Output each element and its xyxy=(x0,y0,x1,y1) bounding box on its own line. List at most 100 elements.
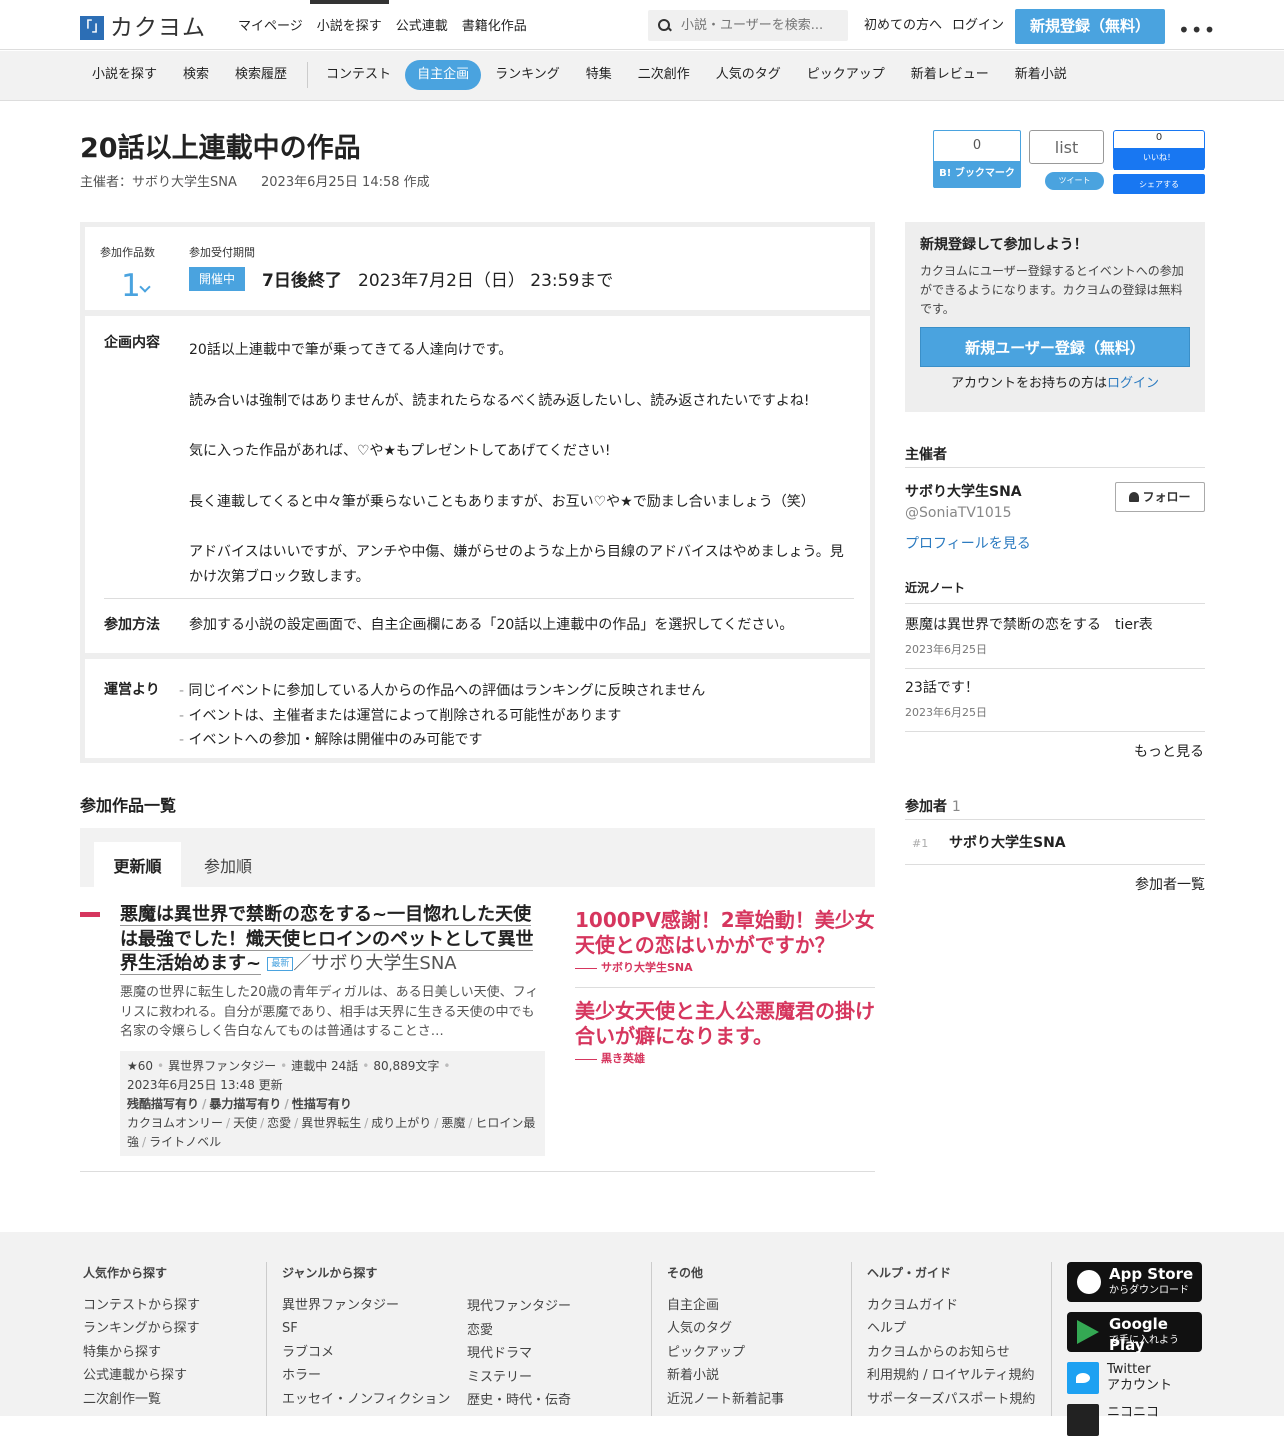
footer-link[interactable]: 二次創作一覧 xyxy=(83,1388,200,1412)
profile-link[interactable]: プロフィールを見る xyxy=(905,535,1031,555)
tweet-button[interactable]: ツイート xyxy=(1045,172,1104,190)
subnav-history[interactable]: 検索履歴 xyxy=(223,60,299,90)
footer-link[interactable]: 恋愛 xyxy=(467,1319,571,1343)
more-notes-link[interactable]: もっと見る xyxy=(1134,743,1204,763)
nav-find-novels[interactable]: 小説を探す xyxy=(309,0,389,50)
subnav-reviews[interactable]: 新着レビュー xyxy=(899,60,1001,90)
work-stars: ★60 xyxy=(127,1059,154,1073)
footer-link[interactable]: ランキングから探す xyxy=(83,1317,200,1341)
tab-joined[interactable]: 参加順 xyxy=(188,842,268,887)
subnav-contest[interactable]: コンテスト xyxy=(314,60,403,90)
subnav-new-novels[interactable]: 新着小説 xyxy=(1003,60,1079,90)
login-link[interactable]: ログイン xyxy=(952,17,1004,35)
footer-link[interactable]: 利用規約 / ロイヤルティ規約 xyxy=(867,1364,1035,1388)
nav-mypage[interactable]: マイページ xyxy=(231,0,310,50)
subnav-pickup[interactable]: ピックアップ xyxy=(795,60,897,90)
note-date: 2023年6月25日 xyxy=(905,643,987,656)
works-tabs: 更新順 参加順 xyxy=(80,828,875,887)
tag[interactable]: ライトノベル xyxy=(149,1135,221,1149)
more-menu-icon[interactable]: ••• xyxy=(1178,16,1216,44)
subnav-user-events[interactable]: 自主企画 xyxy=(405,60,482,91)
google-play-badge[interactable]: Google Play で手に入れよう xyxy=(1067,1312,1202,1354)
app-store-badge[interactable]: App Store からダウンロード xyxy=(1067,1262,1202,1302)
footer-link[interactable]: コンテストから探す xyxy=(83,1294,200,1318)
tag[interactable]: 成り上がり xyxy=(371,1116,431,1130)
footer-link[interactable]: カクヨムガイド xyxy=(867,1294,1035,1318)
footer-link[interactable]: 近況ノート新着記事 xyxy=(667,1388,784,1412)
footer-link[interactable]: 公式連載から探す xyxy=(83,1364,200,1388)
note-link[interactable]: 悪魔は異世界で禁断の恋をする tier表 xyxy=(905,616,1153,636)
footer-link[interactable]: 現代ファンタジー xyxy=(467,1295,571,1319)
facebook-like-button[interactable]: 0 いいね！ xyxy=(1113,130,1205,170)
footer-link[interactable]: SF xyxy=(282,1317,450,1341)
subnav-tags[interactable]: 人気のタグ xyxy=(704,60,793,90)
note-item: イベントは、主催者または運営によって削除される可能性があります xyxy=(179,704,705,729)
nav-books[interactable]: 書籍化作品 xyxy=(455,0,534,50)
catchphrase-1[interactable]: 1000PV感謝！2章始動！美少女天使との恋はいかがですか？ サボり大学生SNA xyxy=(575,908,875,975)
host-name[interactable]: サボり大学生SNA xyxy=(905,483,1022,503)
footer-link[interactable]: 歴史・時代・伝奇 xyxy=(467,1389,571,1413)
tab-updated[interactable]: 更新順 xyxy=(94,842,181,887)
signup-panel-text: カクヨムにユーザー登録するとイベントへの参加ができるようになります。カクヨムの登… xyxy=(920,263,1184,316)
global-header: 「」 カクヨム マイページ 小説を探す 公式連載 書籍化作品 初めての方へ ログ… xyxy=(0,0,1284,50)
member-name[interactable]: サボり大学生SNA xyxy=(949,834,1066,854)
footer-link[interactable]: ラブコメ xyxy=(282,1341,450,1365)
niconico-icon[interactable] xyxy=(1067,1404,1099,1436)
subnav-search[interactable]: 検索 xyxy=(171,60,221,90)
organizer-text[interactable]: 主催者：サボり大学生SNA xyxy=(80,175,237,190)
footer-link[interactable]: エッセイ・ノンフィクション xyxy=(282,1388,450,1412)
search-icon[interactable] xyxy=(658,19,671,32)
sidebar-login-link[interactable]: ログイン xyxy=(1107,376,1159,391)
search-input[interactable] xyxy=(681,18,841,33)
tag[interactable]: 恋愛 xyxy=(267,1116,291,1130)
footer-link[interactable]: ホラー xyxy=(282,1364,450,1388)
work-genre[interactable]: 異世界ファンタジー xyxy=(168,1059,276,1073)
facebook-share-button[interactable]: シェアする xyxy=(1113,174,1205,194)
subnav-find[interactable]: 小説を探す xyxy=(80,60,169,90)
hatena-bookmark-button[interactable]: 0 B! ブックマーク xyxy=(933,130,1021,188)
footer-link[interactable]: 自主企画 xyxy=(667,1294,784,1318)
work-title[interactable]: 悪魔は異世界で禁断の恋をする~一目惚れした天使は最強でした！熾天使ヒロインのペッ… xyxy=(120,903,545,977)
tag[interactable]: 悪魔 xyxy=(441,1116,465,1130)
twitter-icon xyxy=(1067,1362,1099,1394)
footer-link[interactable]: 新着小説 xyxy=(667,1364,784,1388)
footer-heading: ヘルプ・ガイド xyxy=(867,1266,952,1280)
footer-link[interactable]: 人気のタグ xyxy=(667,1317,784,1341)
nav-official[interactable]: 公式連載 xyxy=(389,0,455,50)
content-paragraph: 気に入った作品があれば、♡や★もプレゼントしてあげてください! xyxy=(189,443,611,459)
list-button[interactable]: list xyxy=(1029,130,1104,164)
work-author[interactable]: ／サボり大学生SNA xyxy=(293,953,456,974)
footer-link[interactable]: 異世界ファンタジー xyxy=(282,1294,450,1318)
tag[interactable]: 異世界転生 xyxy=(301,1116,361,1130)
note-link[interactable]: 23話です！ xyxy=(905,679,979,699)
apple-icon xyxy=(1077,1270,1101,1294)
footer-link[interactable]: カクヨムからのお知らせ xyxy=(867,1341,1035,1365)
google-play-line2: で手に入れよう xyxy=(1109,1335,1179,1346)
tag[interactable]: 天使 xyxy=(233,1116,257,1130)
chevron-down-icon[interactable] xyxy=(139,281,151,293)
footer-heading: ジャンルから探す xyxy=(282,1266,378,1280)
subnav-features[interactable]: 特集 xyxy=(574,60,624,90)
niconico-label[interactable]: ニコニコ xyxy=(1107,1404,1159,1422)
work-count[interactable]: 1 xyxy=(121,265,141,308)
subnav-fanfic[interactable]: 二次創作 xyxy=(626,60,702,90)
tag[interactable]: カクヨムオンリー xyxy=(127,1116,223,1130)
footer-link[interactable]: 現代ドラマ xyxy=(467,1342,571,1366)
signup-button[interactable]: 新規登録（無料） xyxy=(1015,9,1165,44)
content-paragraph: アドバイスはいいですが、アンチや中傷、嫌がらせのような上から目線のアドバイスはや… xyxy=(189,544,844,585)
work-episodes: 連載中 24話 xyxy=(291,1059,359,1073)
footer-link[interactable]: ミステリー xyxy=(467,1366,571,1390)
follow-button[interactable]: フォロー xyxy=(1115,482,1205,512)
footer-link[interactable]: ヘルプ xyxy=(867,1317,1035,1341)
footer-link[interactable]: 特集から探す xyxy=(83,1341,200,1365)
kakuyomu-logo[interactable]: 「」 カクヨム xyxy=(79,12,206,44)
search-box xyxy=(648,10,848,41)
catchphrase-2[interactable]: 美少女天使と主人公悪魔君の掛け合いが癖になります。 黒き英雄 xyxy=(575,999,875,1066)
first-time-link[interactable]: 初めての方へ xyxy=(864,17,942,35)
members-list-link[interactable]: 参加者一覧 xyxy=(1135,876,1205,896)
footer-link[interactable]: ピックアップ xyxy=(667,1341,784,1365)
new-user-signup-button[interactable]: 新規ユーザー登録（無料） xyxy=(920,327,1190,367)
footer-link[interactable]: サポーターズパスポート規約 xyxy=(867,1388,1035,1412)
subnav-ranking[interactable]: ランキング xyxy=(483,60,572,90)
logo-text: カクヨム xyxy=(110,15,206,41)
